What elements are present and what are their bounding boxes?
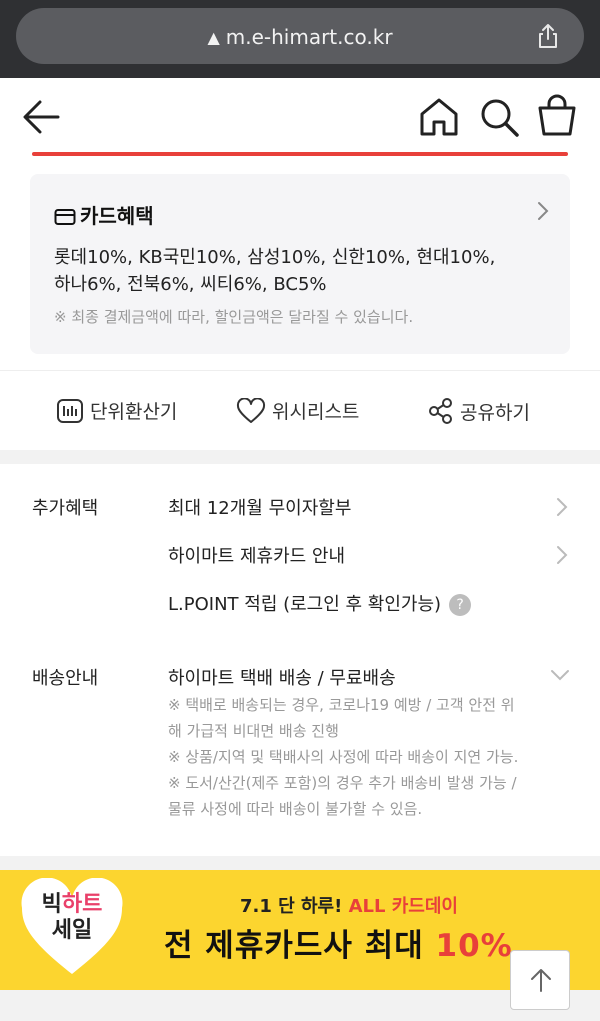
address-bar[interactable]: ▲ m.e-himart.co.kr	[16, 8, 584, 64]
interest-free-link[interactable]: 최대 12개월 무이자할부	[168, 494, 351, 520]
share-nodes-icon	[429, 398, 452, 424]
chevron-right-icon[interactable]	[556, 545, 568, 565]
shipping-notes: ※ 택배로 배송되는 경우, 코로나19 예방 / 고객 안전 위 해 가급적 …	[168, 696, 519, 818]
section-divider	[0, 450, 600, 464]
credit-card-icon	[54, 209, 76, 225]
search-icon[interactable]	[478, 96, 520, 138]
action-row: 단위환산기 위시리스트 공유하기	[0, 370, 600, 450]
arrow-up-icon	[531, 969, 551, 992]
share-button[interactable]: 공유하기	[428, 397, 530, 425]
affiliate-card-link[interactable]: 하이마트 제휴카드 안내	[168, 542, 345, 568]
lpoint-info: L.POINT 적립 (로그인 후 확인가능)?	[168, 590, 472, 616]
chevron-right-icon[interactable]	[556, 497, 568, 517]
warning-icon: ▲	[207, 28, 220, 47]
chevron-down-icon[interactable]	[550, 668, 570, 682]
big-heart-sale-badge: 빅하트 세일	[41, 892, 103, 943]
scroll-to-top-button[interactable]	[510, 950, 570, 1010]
section-divider	[0, 856, 600, 870]
help-icon[interactable]: ?	[449, 594, 472, 616]
banner-headline: 전 제휴카드사 최대 10%	[164, 928, 513, 964]
card-benefit-note: ※ 최종 결제금액에 따라, 할인금액은 달라질 수 있습니다.	[54, 308, 414, 326]
banner-subtitle: 7.1 단 하루! ALL 카드데이	[240, 896, 458, 917]
chevron-right-icon[interactable]	[536, 200, 550, 222]
url-text: m.e-himart.co.kr	[225, 25, 393, 49]
share-icon[interactable]	[534, 22, 562, 50]
unit-converter-icon	[57, 398, 83, 423]
card-benefit-panel[interactable]: 카드혜택 롯데10%, KB국민10%, 삼성10%, 신한10%, 현대10%…	[30, 174, 570, 354]
shipping-label: 배송안내	[32, 668, 99, 689]
shipping-method: 하이마트 택배 배송 / 무료배송	[168, 668, 396, 689]
browser-chrome: ▲ m.e-himart.co.kr	[0, 0, 600, 78]
accent-divider	[32, 152, 568, 156]
card-benefit-title: 카드혜택	[80, 204, 154, 228]
home-icon[interactable]	[418, 96, 460, 138]
unit-converter-button[interactable]: 단위환산기	[56, 397, 177, 424]
wishlist-button[interactable]: 위시리스트	[236, 397, 359, 424]
extra-benefits-label: 추가혜택	[32, 498, 99, 519]
back-arrow-icon[interactable]	[20, 96, 62, 138]
heart-icon	[236, 397, 266, 423]
card-benefit-list: 롯데10%, KB국민10%, 삼성10%, 신한10%, 현대10%, 하나6…	[54, 247, 496, 295]
shopping-bag-icon[interactable]	[536, 94, 578, 138]
top-navigation	[0, 78, 600, 156]
